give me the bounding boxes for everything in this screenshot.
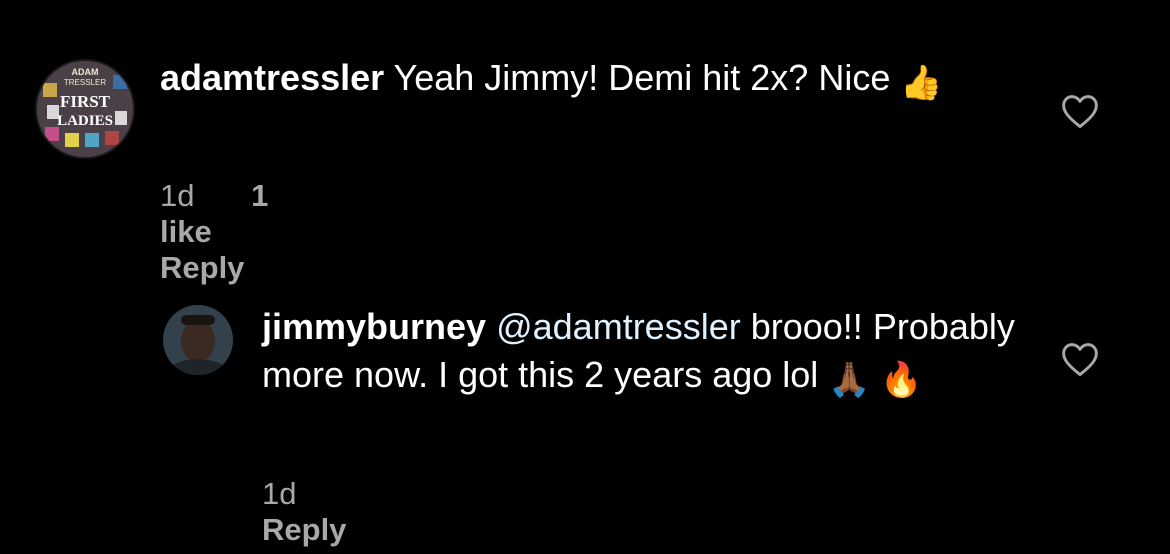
avatar-adamtressler[interactable]: ADAM TRESSLER FIRST LADIES: [35, 59, 135, 159]
svg-text:ADAM: ADAM: [72, 67, 99, 77]
pray-fire-emoji: 🙏🏾 🔥: [828, 361, 923, 399]
comment-text: jimmyburney @adamtressler brooo!! Probab…: [262, 303, 1022, 404]
comment-text: adamtressler Yeah Jimmy! Demi hit 2x? Ni…: [160, 54, 1000, 107]
comment-username[interactable]: jimmyburney: [262, 306, 486, 347]
heart-icon[interactable]: [1060, 341, 1100, 377]
comment-username[interactable]: adamtressler: [160, 57, 384, 98]
svg-text:FIRST: FIRST: [60, 92, 111, 111]
comment-body: Yeah Jimmy! Demi hit 2x? Nice: [393, 57, 891, 98]
svg-text:TRESSLER: TRESSLER: [64, 78, 106, 87]
heart-icon[interactable]: [1060, 93, 1100, 129]
avatar-image: ADAM TRESSLER FIRST LADIES: [37, 61, 133, 157]
svg-text:LADIES: LADIES: [57, 113, 113, 129]
avatar-image: [163, 305, 233, 375]
comment-time: 1d: [160, 178, 195, 213]
thumbs-up-emoji: 👍: [900, 64, 943, 102]
avatar-jimmyburney[interactable]: [163, 305, 233, 375]
comment-time: 1d: [262, 476, 297, 511]
mention-link[interactable]: @adamtressler: [496, 306, 741, 347]
comment-meta: 1d Reply: [262, 476, 394, 548]
comment-meta: 1d 1 like Reply: [160, 178, 292, 286]
reply-button[interactable]: Reply: [160, 250, 244, 285]
reply-button[interactable]: Reply: [262, 512, 346, 547]
